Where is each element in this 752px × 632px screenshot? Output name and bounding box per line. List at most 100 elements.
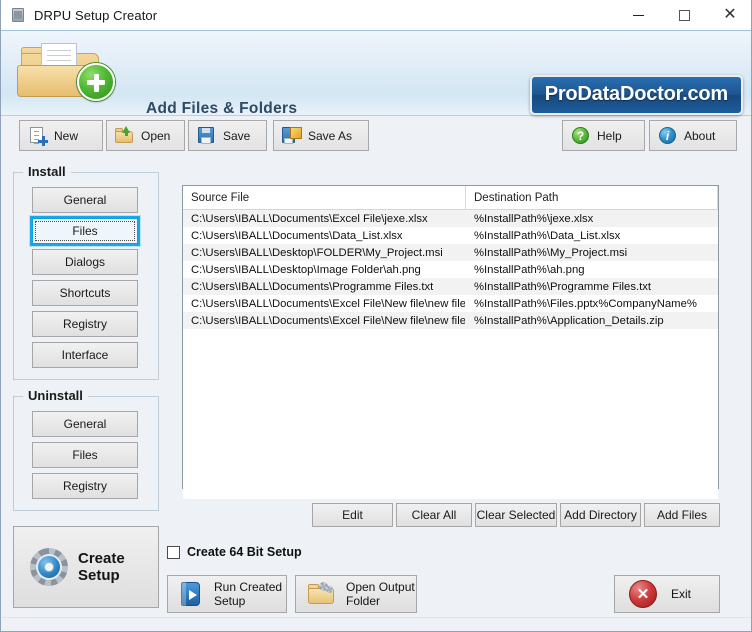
- cell-destination-path: %InstallPath%\jexe.xlsx: [474, 212, 594, 225]
- sidebar-item-uninstall-general[interactable]: General: [32, 411, 138, 437]
- open-output-folder-button[interactable]: Open Output Folder: [295, 575, 417, 613]
- table-row-empty[interactable]: [183, 465, 718, 482]
- cell-destination-path: [466, 380, 718, 397]
- cell-source-file: C:\Users\IBALL\Documents\Excel File\New …: [191, 314, 466, 327]
- table-row-empty[interactable]: [183, 363, 718, 380]
- sidebar-item-uninstall-files[interactable]: Files: [32, 442, 138, 468]
- app-icon: [10, 7, 26, 23]
- cell-destination-path: [466, 465, 718, 482]
- exit-x-icon: ✕: [629, 580, 657, 608]
- create-setup-line1: Create: [78, 549, 125, 567]
- table-row-empty[interactable]: [183, 448, 718, 465]
- cell-destination-path: %InstallPath%\ah.png: [474, 263, 585, 276]
- run-line2: Setup: [214, 594, 246, 608]
- table-row-empty[interactable]: [183, 329, 718, 346]
- header-banner: Add Files & Folders ProDataDoctor.com: [1, 31, 751, 117]
- table-row-empty[interactable]: [183, 397, 718, 414]
- create-64bit-setup-checkbox[interactable]: [167, 545, 180, 559]
- cell-destination-path: %InstallPath%\Programme Files.txt: [474, 280, 652, 293]
- table-row[interactable]: C:\Users\IBALL\Documents\Programme Files…: [183, 278, 718, 295]
- new-document-icon: [28, 126, 48, 146]
- table-row[interactable]: C:\Users\IBALL\Documents\Data_List.xlsx%…: [183, 227, 718, 244]
- exit-button[interactable]: ✕ Exit: [614, 575, 720, 613]
- label: General: [63, 193, 107, 207]
- folder-add-icon: [15, 39, 127, 101]
- table-row-empty[interactable]: [183, 414, 718, 431]
- sidebar-item-install-files[interactable]: Files: [32, 218, 138, 244]
- clear-selected-button[interactable]: Clear Selected: [475, 503, 557, 527]
- save-as-button[interactable]: Save As: [273, 120, 369, 151]
- label: Registry: [62, 317, 107, 331]
- floppy-pencil-icon: [282, 126, 302, 145]
- cell-destination-path: [466, 448, 718, 465]
- cell-destination-path: [466, 363, 718, 380]
- table-row[interactable]: C:\Users\IBALL\Desktop\FOLDER\My_Project…: [183, 244, 718, 261]
- window-controls: ✕: [615, 0, 751, 30]
- column-header-source-file[interactable]: Source File: [183, 186, 466, 209]
- new-button-label: New: [54, 128, 79, 143]
- sidebar-item-install-registry[interactable]: Registry: [32, 311, 138, 337]
- file-list-table[interactable]: Source File Destination Path C:\Users\IB…: [182, 185, 719, 499]
- create-setup-label: Create Setup: [78, 550, 125, 585]
- close-icon: ✕: [723, 6, 737, 23]
- create-64bit-setup-label: Create 64 Bit Setup: [187, 545, 302, 559]
- cell-source-file: C:\Users\IBALL\Documents\Excel File\jexe…: [191, 212, 428, 225]
- window-title: DRPU Setup Creator: [34, 7, 158, 23]
- cell-source-file: [183, 363, 466, 380]
- table-row-empty[interactable]: [183, 380, 718, 397]
- sidebar-item-install-general[interactable]: General: [32, 187, 138, 213]
- minimize-button[interactable]: [615, 0, 661, 30]
- open-button[interactable]: Open: [106, 120, 185, 151]
- label: Edit: [342, 508, 363, 522]
- table-row[interactable]: C:\Users\IBALL\Desktop\Image Folder\ah.p…: [183, 261, 718, 278]
- add-files-button[interactable]: Add Files: [644, 503, 720, 527]
- cell-source-file: [183, 380, 466, 397]
- run-created-setup-button[interactable]: Run Created Setup: [167, 575, 287, 613]
- cell-source-file: C:\Users\IBALL\Documents\Data_List.xlsx: [191, 229, 403, 242]
- run-line1: Run Created: [214, 579, 283, 594]
- output-folder-icon: [308, 582, 336, 606]
- out-line1: Open Output: [346, 579, 415, 594]
- sidebar-item-install-dialogs[interactable]: Dialogs: [32, 249, 138, 275]
- cell-destination-path: [466, 397, 718, 414]
- table-row-empty[interactable]: [183, 346, 718, 363]
- sidebar-item-install-interface[interactable]: Interface: [32, 342, 138, 368]
- clear-all-button[interactable]: Clear All: [396, 503, 472, 527]
- maximize-icon: [678, 9, 690, 21]
- maximize-button[interactable]: [661, 0, 707, 30]
- cell-destination-path: [466, 329, 718, 346]
- cell-destination-path: [466, 431, 718, 448]
- cell-source-file: C:\Users\IBALL\Documents\Excel File\New …: [191, 297, 466, 310]
- help-button-label: Help: [597, 128, 622, 143]
- label: Interface: [61, 348, 109, 362]
- label: Add Files: [656, 508, 708, 522]
- save-button[interactable]: Save: [188, 120, 267, 151]
- add-directory-button[interactable]: Add Directory: [560, 503, 641, 527]
- label: Files: [72, 224, 98, 238]
- info-icon: i: [658, 126, 677, 145]
- table-row[interactable]: C:\Users\IBALL\Documents\Excel File\New …: [183, 295, 718, 312]
- label: Files: [72, 448, 98, 462]
- close-button[interactable]: ✕: [707, 0, 751, 30]
- cell-source-file: [183, 482, 466, 499]
- column-header-destination-path[interactable]: Destination Path: [466, 186, 718, 209]
- edit-button[interactable]: Edit: [312, 503, 393, 527]
- sidebar-item-install-shortcuts[interactable]: Shortcuts: [32, 280, 138, 306]
- help-button[interactable]: ? Help: [562, 120, 645, 151]
- cell-source-file: [183, 397, 466, 414]
- about-button[interactable]: i About: [649, 120, 737, 151]
- open-folder-icon: [115, 126, 134, 145]
- label: Dialogs: [64, 255, 106, 269]
- table-row-empty[interactable]: [183, 431, 718, 448]
- toolbar: New Open Save Save As ? Help i About: [1, 116, 751, 155]
- label: Clear Selected: [476, 508, 556, 522]
- new-button[interactable]: New: [19, 120, 103, 151]
- cell-source-file: [183, 346, 466, 363]
- install-group-title: Install: [23, 164, 71, 179]
- create-setup-button[interactable]: Create Setup: [13, 526, 159, 608]
- sidebar-item-uninstall-registry[interactable]: Registry: [32, 473, 138, 499]
- table-row[interactable]: C:\Users\IBALL\Documents\Excel File\jexe…: [183, 210, 718, 227]
- create-64bit-setup-checkbox-row[interactable]: Create 64 Bit Setup: [167, 545, 302, 559]
- table-row[interactable]: C:\Users\IBALL\Documents\Excel File\New …: [183, 312, 718, 329]
- table-row-empty[interactable]: [183, 482, 718, 499]
